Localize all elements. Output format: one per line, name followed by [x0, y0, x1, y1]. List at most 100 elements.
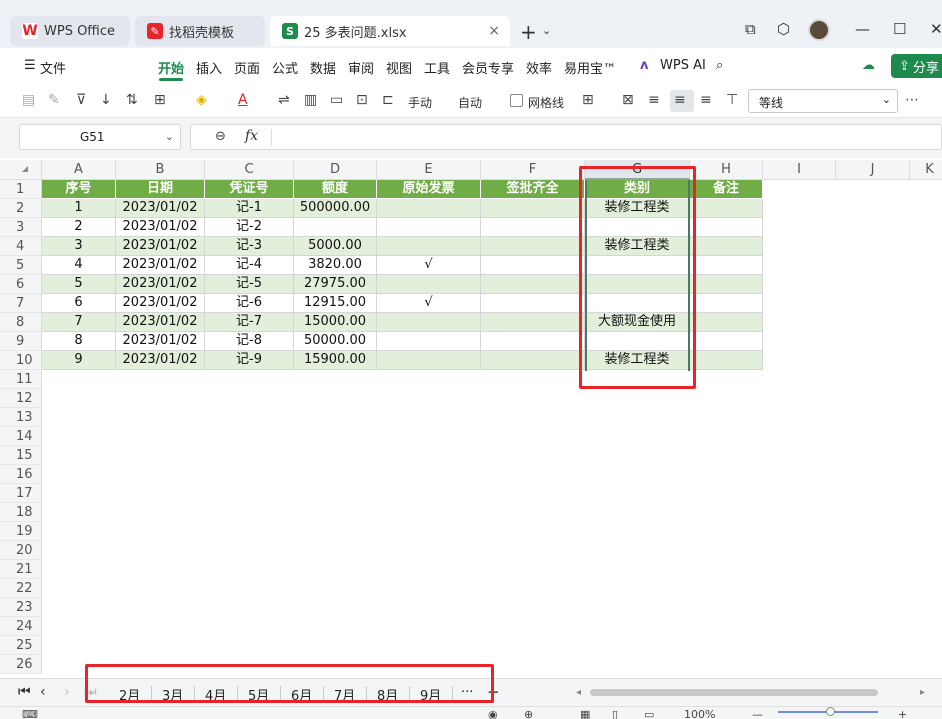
table-cell[interactable]: [690, 275, 763, 294]
row-header-9[interactable]: 9: [0, 332, 42, 351]
scroll-right-icon[interactable]: ▸: [920, 687, 925, 698]
table-cell[interactable]: 记-4: [205, 256, 294, 275]
table-cell[interactable]: [377, 351, 481, 370]
paste-icon[interactable]: ▤: [22, 92, 35, 108]
row-header-26[interactable]: 26: [0, 655, 42, 674]
sheet-tab-jun[interactable]: 6月: [291, 685, 312, 704]
table-cell[interactable]: 7: [42, 313, 116, 332]
menu-member[interactable]: 会员专享: [462, 58, 514, 77]
row-height-icon[interactable]: ▭: [330, 92, 343, 108]
row-header-22[interactable]: 22: [0, 579, 42, 598]
table-header-cell[interactable]: 日期: [116, 180, 205, 199]
menu-review[interactable]: 审阅: [348, 58, 374, 77]
row-header-3[interactable]: 3: [0, 218, 42, 237]
sheet-tab-mar[interactable]: 3月: [162, 685, 183, 704]
table-cell[interactable]: 27975.00: [294, 275, 377, 294]
menu-formula[interactable]: 公式: [272, 58, 298, 77]
table-cell[interactable]: 2: [42, 218, 116, 237]
layout-icon[interactable]: ⊕: [524, 708, 533, 719]
row-header-24[interactable]: 24: [0, 617, 42, 636]
table-cell[interactable]: [481, 294, 585, 313]
merge-cells-icon[interactable]: ▥: [304, 92, 317, 108]
hamburger-icon[interactable]: ☰: [24, 58, 36, 73]
table-cell[interactable]: [481, 313, 585, 332]
table-cell[interactable]: [690, 332, 763, 351]
column-header-f[interactable]: F: [481, 160, 585, 180]
spreadsheet-grid[interactable]: A B C D E F G H I J K 1 2 3 4 5 6 7 8 9 10 11 12 13 14 15 16 17 18 19…: [0, 160, 942, 678]
table-header-cell[interactable]: 序号: [42, 180, 116, 199]
table-cell[interactable]: 2023/01/02: [116, 237, 205, 256]
table-cell[interactable]: 6: [42, 294, 116, 313]
table-header-cell[interactable]: 备注: [690, 180, 763, 199]
name-box[interactable]: G51 ⌄: [19, 124, 181, 150]
table-cell[interactable]: 3820.00: [294, 256, 377, 275]
table-cell[interactable]: [585, 332, 690, 351]
sheet-tab-jul[interactable]: 7月: [334, 685, 355, 704]
more-sheets-button[interactable]: ···: [461, 685, 473, 700]
share-button[interactable]: ⇪ 分享: [891, 54, 942, 78]
menu-file[interactable]: 文件: [40, 58, 66, 77]
table-cell[interactable]: 记-1: [205, 199, 294, 218]
close-tab-icon[interactable]: ×: [488, 23, 500, 39]
table-cell[interactable]: 12915.00: [294, 294, 377, 313]
row-header-12[interactable]: 12: [0, 389, 42, 408]
row-header-19[interactable]: 19: [0, 522, 42, 541]
zoom-icon[interactable]: ⊖: [215, 129, 226, 144]
row-header-18[interactable]: 18: [0, 503, 42, 522]
column-header-j[interactable]: J: [836, 160, 910, 180]
table-cell[interactable]: [585, 294, 690, 313]
column-header-b[interactable]: B: [116, 160, 205, 180]
row-header-21[interactable]: 21: [0, 560, 42, 579]
table-cell[interactable]: [481, 332, 585, 351]
horizontal-scrollbar[interactable]: [590, 689, 878, 696]
table-cell[interactable]: [585, 256, 690, 275]
table-cell[interactable]: [377, 313, 481, 332]
table-cell[interactable]: 2023/01/02: [116, 294, 205, 313]
normal-view-icon[interactable]: ▦: [580, 708, 590, 719]
select-all-corner[interactable]: [0, 160, 42, 180]
row-header-4[interactable]: 4: [0, 237, 42, 256]
table-cell[interactable]: [690, 313, 763, 332]
table-cell[interactable]: 2023/01/02: [116, 332, 205, 351]
table-header-cell[interactable]: 原始发票: [377, 180, 481, 199]
font-name-select[interactable]: 等线 ⌄: [748, 89, 898, 113]
menu-tools[interactable]: 工具: [424, 58, 450, 77]
row-header-7[interactable]: 7: [0, 294, 42, 313]
col-width-icon[interactable]: ⊡: [356, 92, 368, 108]
table-cell[interactable]: [690, 294, 763, 313]
filter-icon[interactable]: ⊽: [76, 92, 86, 108]
zoom-slider-knob[interactable]: [826, 707, 835, 716]
format-painter-icon[interactable]: ✎: [48, 92, 60, 108]
table-cell[interactable]: 4: [42, 256, 116, 275]
table-cell[interactable]: 2023/01/02: [116, 275, 205, 294]
table-cell[interactable]: 2023/01/02: [116, 218, 205, 237]
table-cell[interactable]: [481, 351, 585, 370]
add-sheet-button[interactable]: +: [487, 683, 500, 701]
sort-desc-icon[interactable]: ⇅: [126, 92, 138, 108]
table-cell[interactable]: [377, 275, 481, 294]
first-sheet-icon[interactable]: ⏮: [18, 684, 31, 700]
table-cell[interactable]: [377, 332, 481, 351]
tab-templates[interactable]: ✎ 找稻壳模板: [135, 16, 265, 46]
row-header-20[interactable]: 20: [0, 541, 42, 560]
table-cell[interactable]: 记-6: [205, 294, 294, 313]
table-cell[interactable]: 2023/01/02: [116, 199, 205, 218]
table-cell[interactable]: 装修工程类: [585, 351, 690, 370]
sheet-tab-aug[interactable]: 8月: [377, 685, 398, 704]
table-cell[interactable]: [585, 275, 690, 294]
cloud-sync-icon[interactable]: ☁: [862, 58, 875, 73]
sheet-tab-may[interactable]: 5月: [248, 685, 269, 704]
scroll-left-icon[interactable]: ◂: [576, 687, 581, 698]
row-header-16[interactable]: 16: [0, 465, 42, 484]
menu-easyuse[interactable]: 易用宝™: [564, 58, 616, 77]
page-break-icon[interactable]: ▭: [644, 708, 654, 719]
sheet-tab-apr[interactable]: 4月: [205, 685, 226, 704]
table-cell[interactable]: [481, 275, 585, 294]
cube-icon[interactable]: ⬡: [777, 20, 790, 38]
search-icon[interactable]: ⌕: [716, 58, 723, 73]
tab-wps-office[interactable]: W WPS Office: [10, 16, 130, 46]
table-cell[interactable]: [377, 237, 481, 256]
last-sheet-icon[interactable]: ⏭: [84, 684, 97, 700]
table-cell[interactable]: 记-5: [205, 275, 294, 294]
menu-wps-ai[interactable]: WPS AI: [660, 58, 706, 73]
